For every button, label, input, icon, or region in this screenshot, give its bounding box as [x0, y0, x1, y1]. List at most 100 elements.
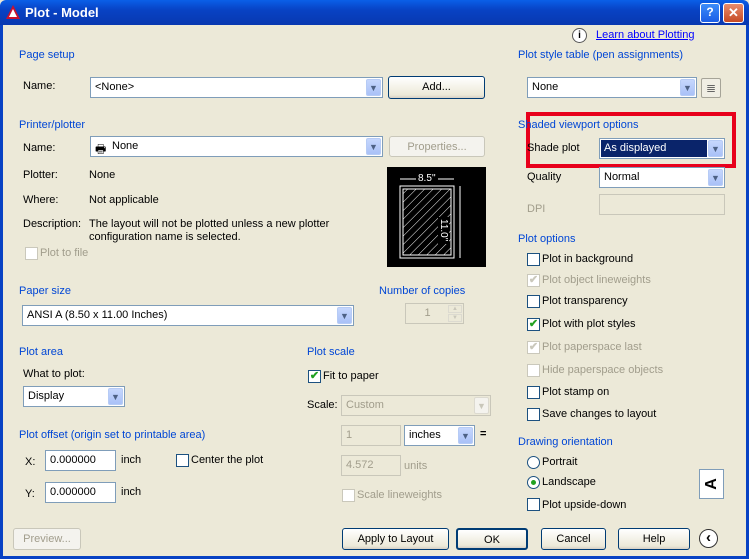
autocad-logo-icon: [6, 5, 20, 19]
plot-scale-group-label: Plot scale: [307, 346, 355, 358]
page-setup-group-label: Page setup: [19, 49, 75, 61]
copies-stepper[interactable]: 1 ▲ ▼: [405, 303, 464, 324]
chevron-down-icon: ▼: [366, 138, 381, 155]
center-the-plot-label: Center the plot: [191, 454, 264, 466]
collapse-icon[interactable]: ‹: [699, 529, 718, 548]
portrait-radio[interactable]: [527, 456, 540, 469]
cancel-button[interactable]: Cancel: [541, 528, 606, 550]
page-setup-name-label: Name:: [23, 80, 56, 92]
learn-about-plotting-link[interactable]: Learn about Plotting: [596, 29, 694, 41]
scale-unit-value: inches: [409, 429, 441, 441]
plot-option-label: Plot object lineweights: [542, 274, 651, 286]
quality-dropdown[interactable]: Normal ▼: [599, 167, 725, 188]
scale-denominator-unit: units: [404, 460, 428, 472]
edit-plot-style-icon[interactable]: ≣: [701, 78, 721, 98]
plot-style-table-dropdown[interactable]: None ▼: [527, 77, 697, 98]
offset-y-input[interactable]: 0.000000: [45, 482, 116, 503]
paper-size-group-label: Paper size: [19, 285, 71, 297]
orientation-preview-letter: A: [702, 478, 720, 490]
title-help-button[interactable]: ?: [700, 3, 720, 23]
paper-size-value: ANSI A (8.50 x 11.00 Inches): [27, 309, 168, 321]
stepper-down-icon[interactable]: ▼: [448, 314, 462, 322]
window-title: Plot - Model: [25, 5, 99, 20]
what-to-plot-label: What to plot:: [23, 368, 85, 380]
paper-size-dropdown[interactable]: ANSI A (8.50 x 11.00 Inches) ▼: [22, 305, 354, 326]
offset-y-unit: inch: [121, 486, 142, 498]
scale-lineweights-label: Scale lineweights: [357, 489, 442, 501]
plot-option-label: Hide paperspace objects: [542, 364, 664, 376]
landscape-radio[interactable]: [527, 476, 540, 489]
offset-x-input[interactable]: 0.000000: [45, 450, 116, 471]
plot-options-group-label: Plot options: [518, 233, 576, 245]
copies-value: 1: [424, 307, 431, 319]
printer-name-dropdown[interactable]: 🖶 None ▼: [90, 136, 383, 157]
plot-style-table-group-label: Plot style table (pen assignments): [518, 49, 684, 61]
printer-name-label: Name:: [23, 142, 56, 154]
stepper-up-icon[interactable]: ▲: [448, 305, 462, 313]
what-to-plot-dropdown[interactable]: Display ▼: [23, 386, 125, 407]
plot-to-file-checkbox[interactable]: [25, 247, 38, 260]
chevron-down-icon: ▼: [337, 307, 352, 324]
plot-option-checkbox[interactable]: [527, 386, 540, 399]
paper-width-label: 8.5'': [416, 173, 438, 184]
orientation-preview-icon: A: [699, 469, 724, 499]
ok-button[interactable]: OK: [456, 528, 528, 550]
add-button[interactable]: Add...: [388, 76, 485, 99]
plot-option-checkbox[interactable]: [527, 253, 540, 266]
plot-upside-down-label: Plot upside-down: [542, 499, 627, 511]
scale-dropdown[interactable]: Custom ▼: [341, 395, 491, 416]
scale-numerator-input[interactable]: 1: [341, 425, 401, 446]
printer-plotter-group-label: Printer/plotter: [19, 119, 86, 131]
help-button[interactable]: Help: [618, 528, 690, 550]
number-of-copies-group-label: Number of copies: [379, 285, 466, 297]
where-value: Not applicable: [89, 194, 159, 206]
shade-plot-dropdown[interactable]: As displayed ▼: [599, 138, 725, 159]
fit-to-paper-label: Fit to paper: [323, 370, 379, 382]
paper-height-label: 11.0'': [438, 217, 449, 244]
plot-option-checkbox[interactable]: [527, 408, 540, 421]
scale-denominator-input[interactable]: 4.572: [341, 455, 401, 476]
title-close-button[interactable]: ✕: [723, 3, 744, 23]
plot-option-checkbox[interactable]: ✔: [527, 318, 540, 331]
shade-plot-label: Shade plot: [527, 142, 580, 154]
plot-option-checkbox[interactable]: [527, 295, 540, 308]
description-line2: configuration name is selected.: [89, 231, 241, 243]
chevron-down-icon: ▼: [708, 169, 723, 186]
page-setup-name-dropdown[interactable]: <None> ▼: [90, 77, 383, 98]
center-the-plot-checkbox[interactable]: [176, 454, 189, 467]
plot-upside-down-checkbox[interactable]: [527, 498, 540, 511]
properties-button[interactable]: Properties...: [389, 136, 485, 157]
printer-icon: 🖶: [95, 142, 107, 156]
dpi-label: DPI: [527, 203, 546, 215]
printer-name-value: None: [112, 140, 139, 152]
chevron-down-icon: ▼: [458, 427, 473, 444]
description-label: Description:: [23, 218, 82, 230]
drawing-orientation-group-label: Drawing orientation: [518, 436, 613, 448]
plot-option-checkbox[interactable]: ✔: [527, 341, 540, 354]
plot-style-table-value: None: [532, 81, 559, 93]
equals-sign: =: [480, 428, 487, 440]
shade-plot-value: As displayed: [604, 142, 667, 154]
scale-lineweights-checkbox[interactable]: [342, 489, 355, 502]
fit-to-paper-checkbox[interactable]: ✔: [308, 370, 321, 383]
window-frame: [0, 25, 749, 559]
plot-option-checkbox[interactable]: [527, 364, 540, 377]
dpi-input[interactable]: [599, 194, 725, 215]
offset-y-label: Y:: [25, 488, 35, 500]
offset-x-label: X:: [25, 456, 36, 468]
chevron-down-icon: ▼: [474, 397, 489, 414]
plot-to-file-label: Plot to file: [40, 247, 89, 259]
scale-unit-dropdown[interactable]: inches ▼: [404, 425, 475, 446]
where-label: Where:: [23, 194, 59, 206]
preview-button[interactable]: Preview...: [13, 528, 81, 550]
info-icon: i: [572, 28, 587, 43]
plot-option-checkbox[interactable]: ✔: [527, 274, 540, 287]
apply-to-layout-button[interactable]: Apply to Layout: [342, 528, 449, 550]
plot-option-label: Plot transparency: [542, 295, 628, 307]
portrait-label: Portrait: [542, 456, 578, 468]
plot-option-label: Plot in background: [542, 253, 634, 265]
title-bar: Plot - Model ? ✕: [0, 0, 749, 25]
plot-option-label: Plot stamp on: [542, 386, 610, 398]
plot-offset-group-label: Plot offset (origin set to printable are…: [19, 429, 206, 441]
description-line1: The layout will not be plotted unless a …: [89, 218, 330, 230]
